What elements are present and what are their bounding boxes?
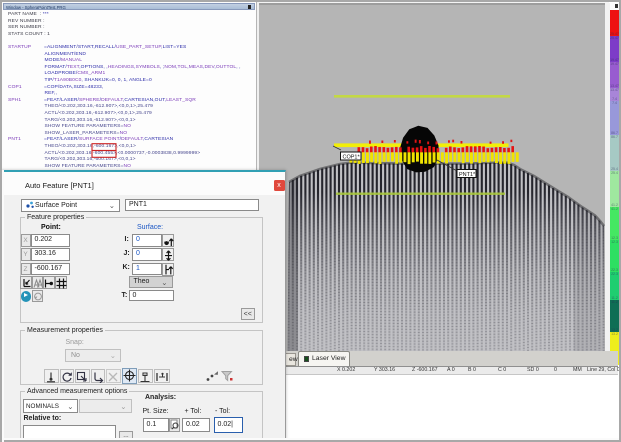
svg-text:PNT1*: PNT1*: [459, 172, 476, 178]
svg-text:COP1*: COP1*: [343, 154, 361, 160]
